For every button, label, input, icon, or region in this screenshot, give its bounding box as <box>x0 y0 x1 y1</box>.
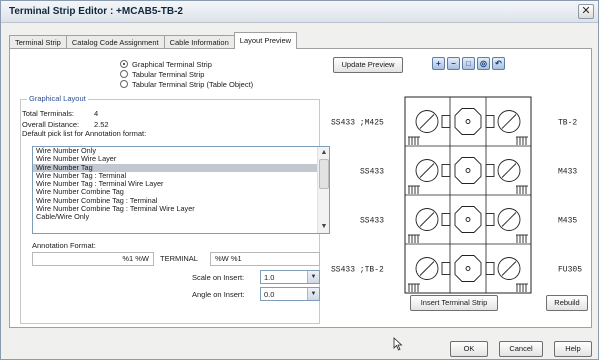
annotation-format-label: Annotation Format: <box>32 241 96 250</box>
terminal-row <box>408 108 528 145</box>
radio-tabular-table-object[interactable]: Tabular Terminal Strip (Table Object) <box>120 79 253 89</box>
terminal-row <box>408 255 528 292</box>
tab-catalog-code-assignment[interactable]: Catalog Code Assignment <box>65 35 165 49</box>
angle-on-insert-combo[interactable]: 0.0 ▼ <box>260 287 320 301</box>
annotation-terminal-text: TERMINAL <box>160 254 198 263</box>
listbox-scrollbar[interactable]: ▲ ▼ <box>317 147 329 233</box>
total-terminals-value: 4 <box>94 109 99 118</box>
window-title: Terminal Strip Editor : +MCAB5-TB-2 <box>9 6 183 17</box>
picklist-item[interactable]: Cable/Wire Only <box>33 213 317 222</box>
terminal-row <box>408 157 528 194</box>
zoom-out-icon[interactable]: − <box>447 57 460 70</box>
graphical-layout-legend: Graphical Layout <box>27 94 88 103</box>
picklist-items: Wire Number Only Wire Number Wire Layer Wi… <box>33 147 329 222</box>
chevron-down-icon[interactable]: ▼ <box>307 271 319 283</box>
zoom-window-icon[interactable]: □ <box>462 57 475 70</box>
center-contact <box>454 255 482 282</box>
tab-layout-preview[interactable]: Layout Preview <box>233 32 298 49</box>
update-preview-button[interactable]: Update Preview <box>333 57 403 73</box>
mouse-cursor-icon <box>393 337 403 351</box>
scale-on-insert-combo[interactable]: 1.0 ▼ <box>260 270 320 284</box>
wire-label-left: SS433 ;TB-2 <box>331 266 384 275</box>
scroll-down-icon[interactable]: ▼ <box>319 222 329 232</box>
scale-on-insert-label: Scale on Insert: <box>192 273 245 282</box>
ok-button[interactable]: OK <box>450 341 488 357</box>
tab-bar: Terminal Strip Catalog Code Assignment C… <box>9 32 298 49</box>
tab-terminal-strip[interactable]: Terminal Strip <box>9 35 67 49</box>
close-icon: ✕ <box>581 5 591 17</box>
tab-cable-information[interactable]: Cable Information <box>163 35 235 49</box>
annotation-format-listbox[interactable]: Wire Number Only Wire Number Wire Layer Wi… <box>32 146 330 234</box>
zoom-in-icon[interactable]: + <box>432 57 445 70</box>
cancel-button[interactable]: Cancel <box>499 341 543 357</box>
layout-type-radio-group: Graphical Terminal Strip Tabular Termina… <box>120 59 253 89</box>
wire-label-left: SS433 ;M425 <box>331 119 384 128</box>
wire-label-right: M435 <box>558 217 577 226</box>
wire-label-left: SS433 <box>360 217 384 226</box>
terminal-row <box>408 206 528 243</box>
wire-label-right: M433 <box>558 168 577 177</box>
radio-tabular-terminal-strip[interactable]: Tabular Terminal Strip <box>120 69 253 79</box>
wire-label-right: TB-2 <box>558 119 577 128</box>
terminal-strip-editor-dialog: Terminal Strip Editor : +MCAB5-TB-2 ✕ Te… <box>0 0 599 360</box>
radio-button-checked[interactable] <box>120 60 128 68</box>
close-button[interactable]: ✕ <box>578 4 594 19</box>
annotation-right-field[interactable]: %W %1 <box>210 252 320 266</box>
help-button[interactable]: Help <box>554 341 592 357</box>
zoom-previous-icon[interactable]: ↶ <box>492 57 505 70</box>
overall-distance-value: 2.52 <box>94 120 109 129</box>
radio-graphical-terminal-strip[interactable]: Graphical Terminal Strip <box>120 59 253 69</box>
wire-label-left: SS433 <box>360 168 384 177</box>
layout-preview-panel: Graphical Terminal Strip Tabular Termina… <box>9 48 592 328</box>
scroll-thumb[interactable] <box>319 159 329 189</box>
insert-terminal-strip-button[interactable]: Insert Terminal Strip <box>410 295 498 311</box>
center-contact <box>454 157 482 184</box>
scroll-up-icon[interactable]: ▲ <box>319 148 329 158</box>
title-bar[interactable]: Terminal Strip Editor : +MCAB5-TB-2 ✕ <box>1 1 598 23</box>
chevron-down-icon[interactable]: ▼ <box>307 288 319 300</box>
terminal-strip-preview[interactable]: SS433 ;M425 SS433 SS433 SS433 ;TB-2 TB-2 M43… <box>330 95 588 295</box>
center-contact <box>454 108 482 135</box>
annotation-left-field[interactable]: %1 %W <box>32 252 154 266</box>
angle-on-insert-label: Angle on Insert: <box>192 290 245 299</box>
center-contact <box>454 206 482 233</box>
radio-button[interactable] <box>120 80 128 88</box>
picklist-hint: Default pick list for Annotation format: <box>22 129 147 138</box>
wire-label-right: FU305 <box>558 266 582 275</box>
zoom-extents-icon[interactable]: ◎ <box>477 57 490 70</box>
rebuild-button[interactable]: Rebuild <box>546 295 588 311</box>
radio-button[interactable] <box>120 70 128 78</box>
terminal-strip-drawing: SS433 ;M425 SS433 SS433 SS433 ;TB-2 TB-2 M43… <box>331 96 582 294</box>
overall-distance-label: Overall Distance: <box>22 120 80 129</box>
total-terminals-label: Total Terminals: <box>22 109 74 118</box>
